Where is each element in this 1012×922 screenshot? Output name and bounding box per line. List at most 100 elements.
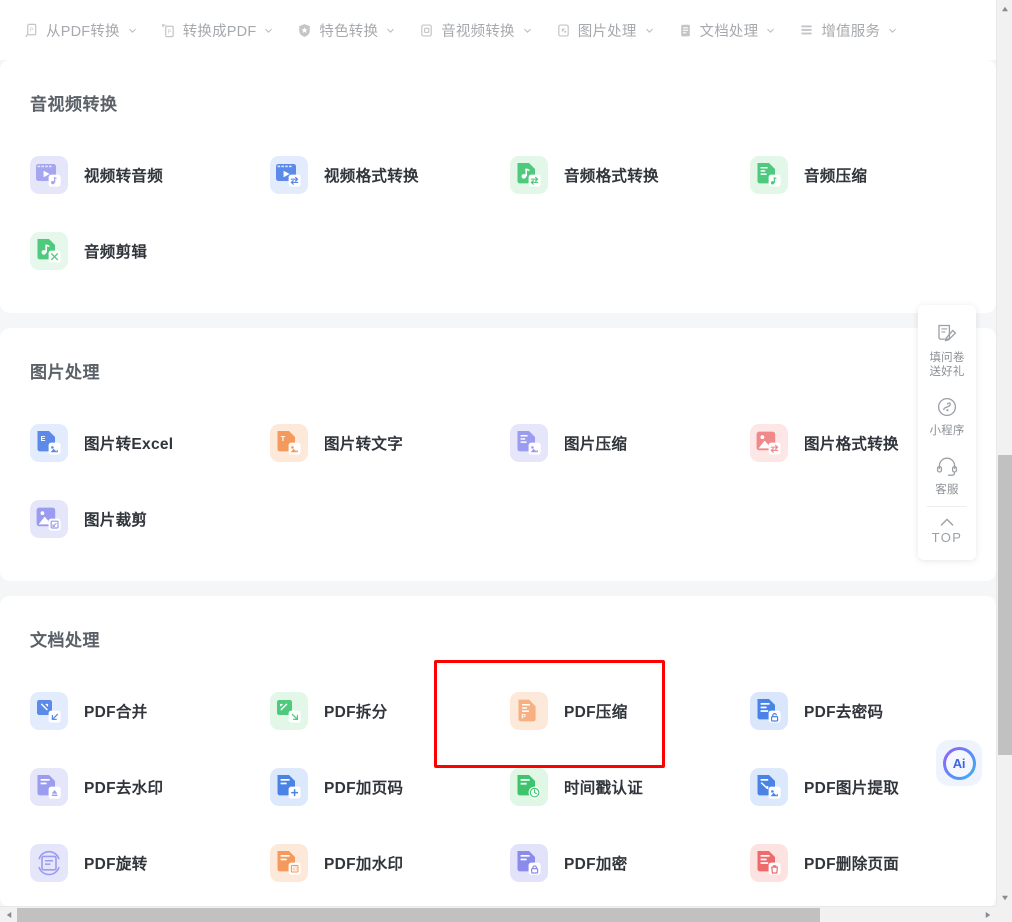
nav-item-image-process[interactable]: 图片处理 [544,12,666,48]
tool-label: 视频格式转换 [324,168,419,185]
tool-pdf-remove-password[interactable]: PDF去密码 [748,673,988,749]
tool-pdf-split[interactable]: PDF拆分 [268,673,508,749]
tool-pdf-compress[interactable]: P PDF压缩 [434,660,748,768]
audio-trim-icon [30,232,68,270]
pdf-compress-icon: P [510,692,548,730]
nav-label: 文档处理 [699,23,759,40]
tool-video-format-convert[interactable]: 视频格式转换 [268,137,508,213]
ai-label: Ai [945,749,973,777]
back-to-top-button[interactable]: TOP [918,507,976,554]
list-icon [799,23,814,38]
vertical-scrollbar-thumb[interactable] [998,455,1012,755]
section-doc-process: 文档处理 PDF合并 PDF拆分 P PDF压缩 PDF去密码 PDF去水印 P… [0,596,996,906]
tool-label: 音频格式转换 [564,168,659,185]
svg-text:T: T [281,434,286,443]
tool-label: PDF删除页面 [804,856,900,873]
image-compress-icon [510,424,548,462]
section-title: 文档处理 [30,631,100,650]
tool-pdf-remove-watermark[interactable]: PDF去水印 [28,749,268,825]
section-title: 音视频转换 [30,95,118,114]
tool-label: PDF压缩 [564,704,628,721]
side-item-customer-service[interactable]: 客服 [918,447,976,506]
tool-pdf-encrypt[interactable]: PDF加密 [508,825,748,901]
tool-pdf-add-page-number[interactable]: PDF加页码 [268,749,508,825]
scroll-up-arrow-icon[interactable] [997,0,1012,17]
mini-program-icon [934,395,960,421]
pdf-add-page-number-icon [270,768,308,806]
tool-pdf-add-watermark[interactable]: 印 PDF加水印 [268,825,508,901]
chevron-down-icon [645,26,654,35]
pdf-extract-image-icon [750,768,788,806]
side-item-label: 填问卷 送好礼 [929,352,965,378]
tool-label: PDF旋转 [84,856,148,873]
tool-grid: E 图片转Excel T 图片转文字 图片压缩 图片格式转换 图片裁剪 [0,405,996,557]
pdf-convert-to-icon: P [161,23,176,38]
scroll-left-arrow-icon[interactable] [0,907,17,922]
nav-item-feature-convert[interactable]: 特色转换 [285,12,407,48]
nav-label: 音视频转换 [441,23,515,40]
audio-format-convert-icon [510,156,548,194]
side-item-survey[interactable]: 填问卷 送好礼 [918,315,976,388]
nav-item-pdf-convert-to[interactable]: P 转换成PDF [149,12,286,48]
tool-image-to-text[interactable]: T 图片转文字 [268,405,508,481]
side-item-label: 小程序 [929,425,965,437]
section-title: 图片处理 [30,363,100,382]
nav-label: 增值服务 [821,23,881,40]
media-icon [419,23,434,38]
nav-label: 从PDF转换 [46,23,120,40]
ai-assistant-button[interactable]: Ai [936,740,982,786]
section-av-convert: 音视频转换 视频转音频 视频格式转换 音频格式转换 音频压缩 音频剪辑 [0,60,996,313]
tool-label: 视频转音频 [84,168,164,185]
tool-image-crop[interactable]: 图片裁剪 [28,481,268,557]
tool-label: 图片裁剪 [84,512,148,529]
tool-image-compress[interactable]: 图片压缩 [508,405,748,481]
horizontal-scrollbar-thumb[interactable] [17,908,820,922]
tool-image-to-excel[interactable]: E 图片转Excel [28,405,268,481]
tool-audio-trim[interactable]: 音频剪辑 [28,213,268,289]
tool-label: 图片格式转换 [804,436,899,453]
chevron-up-icon [934,515,960,529]
chevron-down-icon [888,26,897,35]
tool-label: 音频剪辑 [84,244,148,261]
tool-timestamp-certify[interactable]: 时间戳认证 [508,749,748,825]
browser-viewport: P 从PDF转换 P 转换成PDF 特色转换 音视频转换 图片处理 文档处理 增… [0,0,1012,922]
scroll-right-arrow-icon[interactable] [979,907,996,922]
tool-label: PDF拆分 [324,704,388,721]
tool-grid: 视频转音频 视频格式转换 音频格式转换 音频压缩 音频剪辑 [0,137,996,289]
pdf-remove-watermark-icon [30,768,68,806]
chevron-down-icon [766,26,775,35]
nav-item-av-convert[interactable]: 音视频转换 [407,12,544,48]
document-icon [678,23,693,38]
tool-video-to-audio[interactable]: 视频转音频 [28,137,268,213]
side-item-mini-program[interactable]: 小程序 [918,388,976,447]
survey-edit-icon [934,322,960,348]
tool-pdf-rotate[interactable]: PDF旋转 [28,825,268,901]
nav-item-value-added-service[interactable]: 增值服务 [787,12,909,48]
scroll-down-arrow-icon[interactable] [997,889,1012,906]
tool-label: 音频压缩 [804,168,868,185]
pdf-convert-from-icon: P [24,23,39,38]
svg-text:P: P [30,27,34,33]
nav-item-doc-process[interactable]: 文档处理 [666,12,788,48]
tool-audio-format-convert[interactable]: 音频格式转换 [508,137,748,213]
page-content: P 从PDF转换 P 转换成PDF 特色转换 音视频转换 图片处理 文档处理 增… [0,0,996,906]
chevron-down-icon [523,26,532,35]
tool-audio-compress[interactable]: 音频压缩 [748,137,988,213]
audio-compress-icon [750,156,788,194]
pdf-add-watermark-icon: 印 [270,844,308,882]
tool-label: 图片转Excel [84,436,174,453]
tool-label: PDF合并 [84,704,148,721]
video-format-convert-icon [270,156,308,194]
tool-label: PDF加页码 [324,780,404,797]
tool-label: PDF图片提取 [804,780,900,797]
tool-label: PDF加水印 [324,856,404,873]
horizontal-scrollbar[interactable] [0,906,996,922]
image-icon [556,23,571,38]
tool-pdf-merge[interactable]: PDF合并 [28,673,268,749]
svg-text:E: E [40,434,45,443]
timestamp-certify-icon [510,768,548,806]
tool-pdf-delete-page[interactable]: PDF删除页面 [748,825,988,901]
vertical-scrollbar[interactable] [996,0,1012,906]
nav-item-pdf-convert-from[interactable]: P 从PDF转换 [12,12,149,48]
ai-ring-icon: Ai [942,746,976,780]
